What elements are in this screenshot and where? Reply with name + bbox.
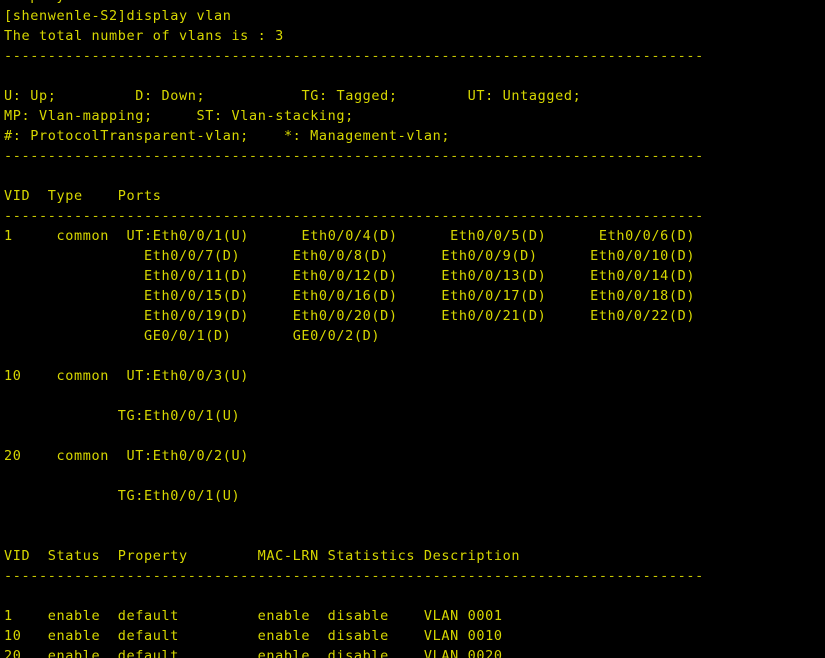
separator-rule-2: ----------------------------------------… <box>4 148 704 164</box>
blank-line-5 <box>4 426 825 446</box>
pad-vid20 <box>22 448 57 464</box>
pad-cont-4 <box>4 308 118 324</box>
vid-cell: 1 <box>4 228 13 244</box>
ports-row-vid1-line4: Eth0/0/15(D) Eth0/0/16(D) Eth0/0/17(D) E… <box>4 286 825 306</box>
ports-cell: TG:Eth0/0/1(U) <box>117 408 241 424</box>
legend-row-2: MP: Vlan-mapping; ST: Vlan-stacking; <box>4 106 825 126</box>
separator-rule-3: ----------------------------------------… <box>4 208 704 224</box>
ports-row-vid1-line3: Eth0/0/11(D) Eth0/0/12(D) Eth0/0/13(D) E… <box>4 266 825 286</box>
vid-cell: 10 <box>4 368 22 384</box>
legend-pad-1a <box>57 88 136 104</box>
ports-cell: Eth0/0/19(D) Eth0/0/20(D) Eth0/0/21(D) E… <box>117 308 696 324</box>
ports-row-vid1-line1: 1 common UT:Eth0/0/1(U) Eth0/0/4(D) Eth0… <box>4 226 825 246</box>
status-row-vid10: 10 enable default enable disable VLAN 00… <box>4 628 503 644</box>
blank-line-4 <box>4 386 825 406</box>
separator-rule-4: ----------------------------------------… <box>4 568 704 584</box>
type-cell: common <box>56 448 109 464</box>
ports-cell: UT:Eth0/0/3(U) <box>126 368 249 384</box>
pad-vid1 <box>13 228 57 244</box>
ports-row-vid1-line2: Eth0/0/7(D) Eth0/0/8(D) Eth0/0/9(D) Eth0… <box>4 246 825 266</box>
legend-row-1: U: Up; D: Down; TG: Tagged; UT: Untagged… <box>4 86 825 106</box>
blank-line-1 <box>4 66 825 86</box>
ports-cell: Eth0/0/15(D) Eth0/0/16(D) Eth0/0/17(D) E… <box>117 288 696 304</box>
separator-rule-1: ----------------------------------------… <box>4 48 704 64</box>
pad-cont-6 <box>4 408 118 424</box>
ports-cell: TG:Eth0/0/1(U) <box>117 488 241 504</box>
ports-row-vid10-line3: TG:Eth0/0/1(U) <box>4 406 825 426</box>
status-table-header: VID Status Property MAC-LRN Statistics D… <box>4 548 521 564</box>
legend-up-label: U: Up; <box>4 88 57 104</box>
ports-cell: GE0/0/1(D) GE0/0/2(D) <box>117 328 381 344</box>
status-row-vid1: 1 enable default enable disable VLAN 000… <box>4 608 503 624</box>
terminal-output-buffer[interactable]: display vlan [shenwenle-S2]display vlan … <box>4 0 825 658</box>
type-cell: common <box>56 368 109 384</box>
legend-pad-2a <box>153 108 197 124</box>
pad-type10 <box>109 368 127 384</box>
pad-cont-1 <box>4 248 118 264</box>
terminal-window[interactable]: display vlan [shenwenle-S2]display vlan … <box>0 0 825 658</box>
type-cell: common <box>56 228 109 244</box>
command-line: [shenwenle-S2]display vlan <box>4 8 232 24</box>
pad-cont-2 <box>4 268 118 284</box>
ports-row-vid20-line3: TG:Eth0/0/1(U) <box>4 486 825 506</box>
blank-line-7 <box>4 506 825 526</box>
legend-protocol-transparent-label: #: ProtocolTransparent-vlan; <box>4 128 249 144</box>
ports-row-vid1-line6: GE0/0/1(D) GE0/0/2(D) <box>4 326 825 346</box>
legend-pad-3a <box>249 128 284 144</box>
legend-management-vlan-label: *: Management-vlan; <box>283 128 451 144</box>
pad-type20 <box>109 448 127 464</box>
legend-vlan-mapping-label: MP: Vlan-mapping; <box>4 108 153 124</box>
blank-line-6 <box>4 466 825 486</box>
blank-line-2 <box>4 166 825 186</box>
ports-cell: UT:Eth0/0/2(U) <box>126 448 249 464</box>
ports-cell: Eth0/0/11(D) Eth0/0/12(D) Eth0/0/13(D) E… <box>117 268 696 284</box>
ports-cell: UT:Eth0/0/1(U) Eth0/0/4(D) Eth0/0/5(D) E… <box>126 228 696 244</box>
ports-row-vid1-line5: Eth0/0/19(D) Eth0/0/20(D) Eth0/0/21(D) E… <box>4 306 825 326</box>
blank-line-9 <box>4 586 825 606</box>
ports-row-vid20-line1: 20 common UT:Eth0/0/2(U) <box>4 446 825 466</box>
legend-untagged-label: UT: Untagged; <box>467 88 582 104</box>
pad-cont-3 <box>4 288 118 304</box>
legend-row-3: #: ProtocolTransparent-vlan; *: Manageme… <box>4 126 825 146</box>
legend-vlan-stacking-label: ST: Vlan-stacking; <box>196 108 354 124</box>
pad-cont-7 <box>4 488 118 504</box>
ports-cell: Eth0/0/7(D) Eth0/0/8(D) Eth0/0/9(D) Eth0… <box>117 248 696 264</box>
status-row-vid20: 20 enable default enable disable VLAN 00… <box>4 648 503 658</box>
vlan-total-summary: The total number of vlans is : 3 <box>4 28 284 44</box>
pad-cont-5 <box>4 328 118 344</box>
ports-table-header: VID Type Ports <box>4 188 162 204</box>
legend-tagged-label: TG: Tagged; <box>301 88 398 104</box>
blank-line-8 <box>4 526 825 546</box>
pad-vid10 <box>22 368 57 384</box>
blank-line-3 <box>4 346 825 366</box>
legend-pad-1b <box>205 88 301 104</box>
legend-down-label: D: Down; <box>135 88 206 104</box>
vid-cell: 20 <box>4 448 22 464</box>
ports-row-vid10-line1: 10 common UT:Eth0/0/3(U) <box>4 366 825 386</box>
pad-type1 <box>109 228 127 244</box>
legend-pad-1c <box>398 88 468 104</box>
